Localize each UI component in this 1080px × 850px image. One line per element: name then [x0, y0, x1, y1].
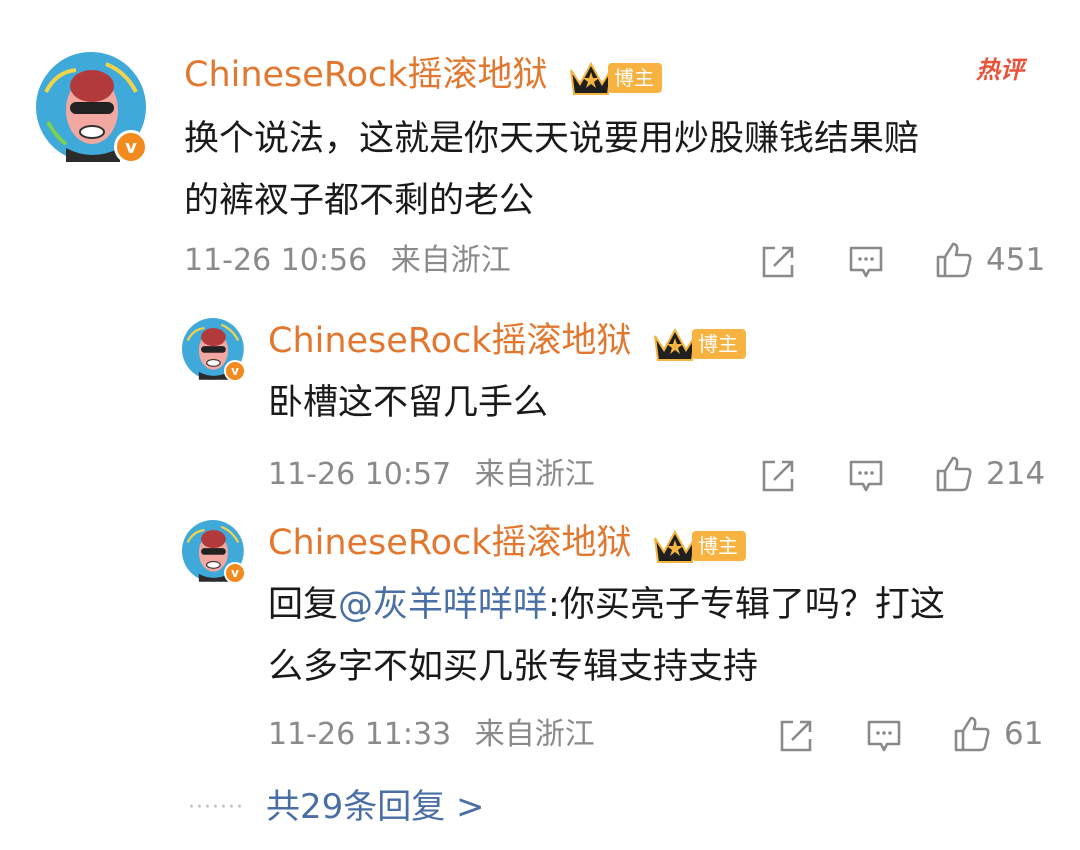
comment-button[interactable]	[848, 244, 884, 280]
avatar[interactable]: v	[182, 520, 246, 584]
blogger-badge: 博主	[568, 58, 662, 98]
like-button[interactable]: 214	[934, 454, 1045, 494]
like-button[interactable]: 451	[934, 240, 1045, 280]
username[interactable]: ChineseRock摇滚地狱	[268, 324, 632, 359]
comment-icon	[867, 720, 901, 752]
hot-comment-label: 热评	[976, 56, 1024, 84]
mention-link[interactable]: @灰羊咩咩咩	[338, 585, 548, 625]
share-button[interactable]	[778, 718, 814, 754]
comment-button[interactable]	[866, 718, 902, 754]
verified-v-icon: v	[114, 130, 148, 164]
badge-label: 博主	[692, 531, 746, 561]
reply-line: 卧槽这不留几手么	[268, 383, 549, 423]
blogger-badge: 博主	[652, 526, 746, 566]
reply-line: 么多字不如买几张专辑支持支持	[268, 647, 759, 687]
reply-prefix: 回复	[268, 585, 339, 625]
reply-text: 卧槽这不留几手么	[268, 372, 548, 434]
reply-line: 回复@灰羊咩咩咩:你买亮子专辑了吗？打这	[268, 574, 945, 636]
comment-line: 换个说法，这就是你天天说要用炒股赚钱结果赔	[184, 119, 920, 159]
comment-meta: 11-26 10:56 来自浙江	[184, 246, 511, 276]
like-button[interactable]: 61	[952, 714, 1043, 754]
timestamp: 11-26 10:56	[184, 243, 368, 278]
comment-icon	[849, 460, 883, 492]
share-icon	[762, 460, 794, 492]
like-count: 451	[986, 241, 1046, 278]
more-replies-label: 共29条回复 >	[265, 787, 485, 827]
reply-meta: 11-26 10:57 来自浙江	[268, 460, 595, 490]
avatar[interactable]: v	[36, 52, 148, 164]
verified-v-icon: v	[224, 360, 246, 382]
location: 来自浙江	[474, 717, 595, 752]
share-icon	[762, 246, 794, 278]
username[interactable]: ChineseRock摇滚地狱	[268, 526, 632, 561]
share-icon	[780, 720, 812, 752]
reply-meta: 11-26 11:33 来自浙江	[268, 720, 595, 750]
like-icon	[936, 456, 972, 492]
badge-label: 博主	[608, 63, 662, 93]
reply-text: 回复@灰羊咩咩咩:你买亮子专辑了吗？打这 么多字不如买几张专辑支持支持	[268, 574, 945, 698]
like-count: 61	[1004, 715, 1044, 752]
comment-icon	[849, 246, 883, 278]
share-button[interactable]	[760, 458, 796, 494]
blogger-badge: 博主	[652, 324, 746, 364]
timestamp: 11-26 10:57	[268, 457, 452, 492]
comment-button[interactable]	[848, 458, 884, 494]
more-replies-dots: ·······	[188, 794, 244, 820]
like-count: 214	[986, 455, 1046, 492]
username[interactable]: ChineseRock摇滚地狱	[184, 58, 548, 93]
location: 来自浙江	[390, 243, 511, 278]
like-icon	[954, 716, 990, 752]
verified-v-icon: v	[224, 562, 246, 584]
comment-line: 的裤衩子都不剩的老公	[184, 181, 535, 221]
comment-text: 换个说法，这就是你天天说要用炒股赚钱结果赔 的裤衩子都不剩的老公	[184, 108, 919, 232]
timestamp: 11-26 11:33	[268, 717, 452, 752]
location: 来自浙江	[474, 457, 595, 492]
like-icon	[936, 242, 972, 278]
reply-line-rest: :你买亮子专辑了吗？打这	[548, 585, 945, 625]
avatar[interactable]: v	[182, 318, 246, 382]
share-button[interactable]	[760, 244, 796, 280]
badge-label: 博主	[692, 329, 746, 359]
more-replies-link[interactable]: ······· 共29条回复 >	[188, 790, 485, 824]
